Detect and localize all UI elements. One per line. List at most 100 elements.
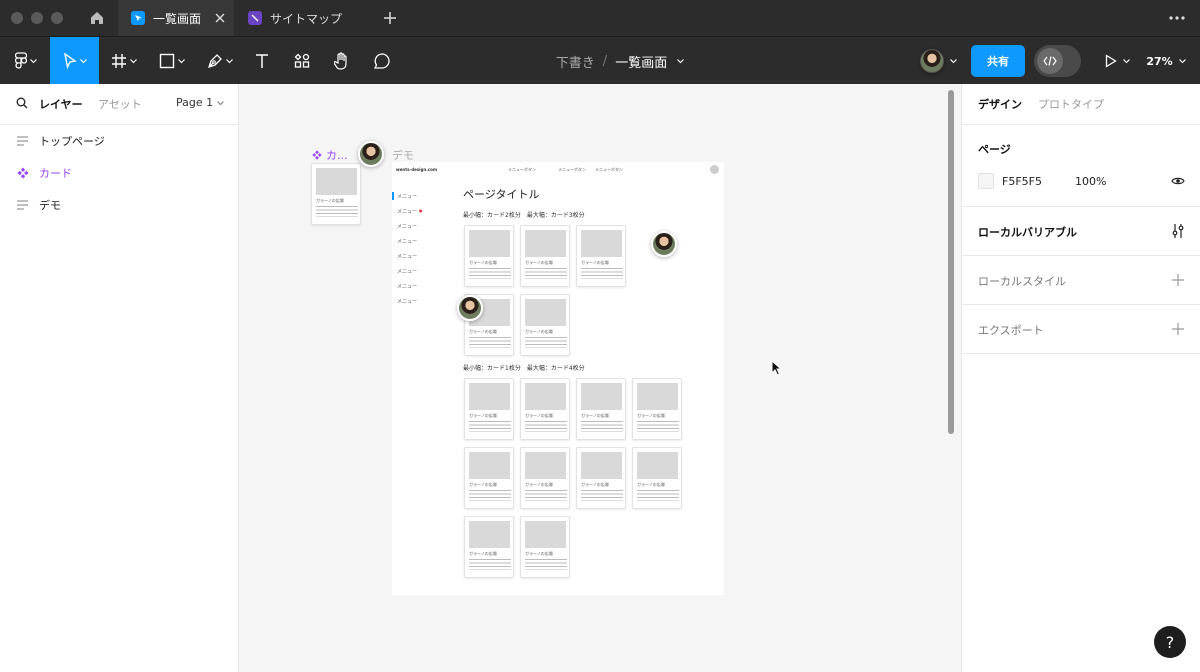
- card[interactable]: ガラーノの広場: [576, 447, 626, 509]
- card[interactable]: ガラーノの広場: [520, 225, 570, 287]
- hand-icon: [334, 52, 347, 70]
- plus-icon[interactable]: [1172, 323, 1184, 335]
- card[interactable]: ガラーノの広場: [632, 378, 682, 440]
- card-title: ガラーノの広場: [525, 551, 553, 556]
- close-icon[interactable]: [215, 13, 225, 23]
- export-section[interactable]: エクスポート: [962, 305, 1200, 354]
- menu-active-indicator: [392, 192, 394, 200]
- section-caption: 最小幅：カード1枚分 最大幅：カード4枚分: [463, 365, 585, 372]
- breadcrumb-file[interactable]: 一覧画面: [615, 52, 667, 71]
- collaborator-avatar[interactable]: [358, 141, 384, 167]
- card-title: ガラーノの広場: [581, 482, 609, 487]
- hand-tool[interactable]: [328, 37, 356, 85]
- main-menu-button[interactable]: [8, 37, 44, 85]
- card[interactable]: ガラーノの広場: [576, 378, 626, 440]
- demo-frame[interactable]: wents-design.com メニューボタン メニューボタン メニューボタン…: [392, 162, 724, 595]
- more-menu-button[interactable]: [1162, 0, 1192, 36]
- multiplayer-avatars[interactable]: [914, 37, 962, 85]
- move-tool[interactable]: [50, 37, 99, 85]
- chevron-down-icon: [79, 58, 87, 63]
- layer-item-demo[interactable]: デモ: [0, 189, 238, 221]
- color-swatch[interactable]: [978, 173, 994, 189]
- vertical-scrollbar[interactable]: [948, 90, 954, 434]
- canvas[interactable]: カ... デモ ガラーノの広場 wents-design.com メニューボタン…: [240, 84, 960, 672]
- card[interactable]: ガラーノの広場: [520, 378, 570, 440]
- card-title: ガラーノの広場: [469, 551, 497, 556]
- card-body-text: [525, 558, 567, 570]
- card-title: ガラーノの広場: [469, 413, 497, 418]
- page-select[interactable]: Page 1: [176, 96, 224, 109]
- card-body-text: [469, 420, 511, 432]
- frame-tool[interactable]: [104, 37, 144, 85]
- layer-item-top-page[interactable]: トップページ: [0, 125, 238, 157]
- new-tab-button[interactable]: [378, 0, 402, 36]
- eye-icon[interactable]: [1171, 176, 1185, 186]
- side-menu-item: メニュー: [397, 299, 418, 305]
- tab-sitemap[interactable]: サイトマップ: [236, 0, 366, 36]
- window-minimize-button[interactable]: [31, 12, 43, 24]
- card[interactable]: ガラーノの広場: [520, 294, 570, 356]
- layer-item-card[interactable]: カード: [0, 157, 238, 189]
- local-styles-section[interactable]: ローカルスタイル: [962, 256, 1200, 305]
- layers-panel: レイヤー アセット Page 1 トップページ カード デモ: [0, 84, 239, 672]
- collaborator-avatar[interactable]: [457, 295, 483, 321]
- text-tool[interactable]: [248, 37, 276, 85]
- window-close-button[interactable]: [11, 12, 23, 24]
- local-variables-label: ローカルバリアブル: [978, 226, 1077, 239]
- component-icon: [17, 167, 29, 179]
- card-title: ガラーノの広場: [469, 482, 497, 487]
- bg-opacity[interactable]: 100%: [1075, 175, 1106, 188]
- share-button[interactable]: 共有: [971, 45, 1025, 77]
- card-component[interactable]: ガラーノの広場: [311, 163, 361, 225]
- zoom-dropdown[interactable]: 27%: [1140, 37, 1192, 85]
- card[interactable]: ガラーノの広場: [464, 516, 514, 578]
- chevron-down-icon[interactable]: [677, 58, 685, 64]
- breadcrumb-project[interactable]: 下書き: [556, 52, 595, 71]
- tab-design[interactable]: デザイン: [978, 96, 1022, 112]
- tab-label: サイトマップ: [270, 11, 343, 26]
- card-body-text: [581, 267, 623, 279]
- card[interactable]: ガラーノの広場: [576, 225, 626, 287]
- plus-icon: [384, 12, 396, 24]
- shape-tool[interactable]: [152, 37, 192, 85]
- tab-prototype[interactable]: プロトタイプ: [1038, 96, 1104, 112]
- comment-tool[interactable]: [368, 37, 396, 85]
- window-zoom-button[interactable]: [51, 12, 63, 24]
- local-variables-section[interactable]: ローカルバリアブル: [962, 207, 1200, 256]
- card-title: ガラーノの広場: [637, 413, 665, 418]
- side-menu-item: メニュー: [397, 224, 418, 230]
- demo-frame-label[interactable]: デモ: [392, 147, 414, 163]
- figjam-file-icon: [248, 11, 262, 25]
- search-icon[interactable]: [16, 97, 28, 109]
- pen-tool[interactable]: [200, 37, 240, 85]
- help-button[interactable]: ?: [1154, 626, 1186, 658]
- card[interactable]: ガラーノの広場: [520, 447, 570, 509]
- home-icon: [91, 12, 103, 24]
- resources-tool[interactable]: [288, 37, 316, 85]
- card-image-placeholder: [316, 168, 357, 195]
- cursor-arrow-icon: [63, 53, 77, 69]
- card[interactable]: ガラーノの広場: [520, 516, 570, 578]
- home-button[interactable]: [78, 0, 116, 36]
- dev-mode-toggle[interactable]: [1034, 45, 1081, 77]
- variables-sliders-icon[interactable]: [1172, 223, 1184, 239]
- tab-layers[interactable]: レイヤー: [39, 96, 83, 112]
- plus-icon[interactable]: [1172, 274, 1184, 286]
- present-button[interactable]: [1098, 37, 1136, 85]
- bg-color-hex[interactable]: F5F5F5: [1002, 175, 1042, 188]
- export-label: エクスポート: [978, 324, 1044, 337]
- tab-ichiran[interactable]: 一覧画面: [118, 0, 234, 36]
- card[interactable]: ガラーノの広場: [464, 378, 514, 440]
- tab-assets[interactable]: アセット: [98, 96, 142, 112]
- card-image-placeholder: [637, 383, 678, 410]
- card[interactable]: ガラーノの広場: [464, 225, 514, 287]
- dev-mode-knob: [1037, 48, 1063, 74]
- component-frame-label[interactable]: カ...: [326, 147, 348, 163]
- card-title: ガラーノの広場: [316, 198, 344, 203]
- card[interactable]: ガラーノの広場: [464, 447, 514, 509]
- card-title: ガラーノの広場: [469, 260, 497, 265]
- comment-icon: [373, 53, 390, 69]
- card[interactable]: ガラーノの広場: [632, 447, 682, 509]
- chevron-down-icon: [130, 58, 137, 63]
- collaborator-avatar[interactable]: [651, 231, 677, 257]
